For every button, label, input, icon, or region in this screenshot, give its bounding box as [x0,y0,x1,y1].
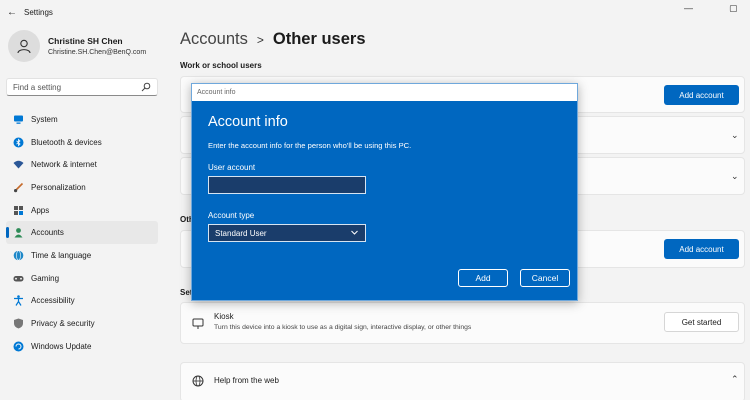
account-info-dialog: Account info Account info Enter the acco… [191,83,578,301]
account-type-label: Account type [208,211,255,220]
add-work-account-button[interactable]: Add account [664,85,739,105]
search-icon [141,82,151,94]
profile-email: Christine.SH.Chen@BenQ.com [48,49,147,56]
chevron-down-icon[interactable]: ⌄ [731,130,739,141]
monitor-icon [12,113,24,125]
section-title-work-school: Work or school users [180,61,262,70]
gamepad-icon [12,272,24,284]
wifi-icon [12,159,24,171]
get-started-button[interactable]: Get started [664,312,739,332]
sidebar-nav: System Bluetooth & devices Network & int… [6,108,158,358]
brush-icon [12,181,24,193]
breadcrumb: Accounts > Other users [180,30,366,49]
account-type-select[interactable]: Standard User [208,224,366,242]
search-input[interactable]: Find a setting [6,78,158,96]
window-title: Settings [24,7,53,17]
breadcrumb-separator: > [256,32,264,47]
sidebar-item-accounts[interactable]: Accounts [6,221,158,245]
accessibility-icon [12,295,24,307]
sidebar-item-label: Windows Update [31,341,92,351]
sidebar-item-label: Privacy & security [31,319,95,329]
sidebar-item-gaming[interactable]: Gaming [6,267,158,290]
account-type-value: Standard User [215,228,267,238]
dialog-heading: Account info [208,114,288,130]
update-icon [12,340,24,352]
chevron-up-icon[interactable]: ⌃ [731,374,739,385]
kiosk-icon [192,317,204,335]
sidebar-item-accessibility[interactable]: Accessibility [6,290,158,313]
dialog-caption: Account info [192,84,577,101]
apps-icon [12,204,24,216]
add-button[interactable]: Add [458,269,508,287]
title-bar: ← Settings — ▢ [0,0,750,24]
user-profile: Christine SH Chen Christine.SH.Chen@BenQ… [8,30,146,62]
add-other-account-button[interactable]: Add account [664,239,739,259]
back-arrow-icon[interactable]: ← [2,7,22,18]
dialog-description: Enter the account info for the person wh… [208,141,412,150]
sidebar-item-label: System [31,114,58,124]
sidebar-item-label: Time & language [31,250,92,260]
sidebar-item-label: Bluetooth & devices [31,137,102,147]
kiosk-title: Kiosk [214,312,234,321]
sidebar-item-personalization[interactable]: Personalization [6,176,158,199]
sidebar-item-privacy[interactable]: Privacy & security [6,312,158,335]
sidebar-item-label: Network & internet [31,160,97,170]
sidebar-item-label: Accessibility [31,296,75,306]
page-title: Other users [272,30,366,48]
help-title: Help from the web [214,376,279,385]
globe-icon [192,374,204,392]
sidebar-item-apps[interactable]: Apps [6,199,158,222]
maximize-icon[interactable]: ▢ [729,3,738,14]
person-icon [12,227,24,239]
avatar [8,30,40,62]
sidebar-item-bluetooth[interactable]: Bluetooth & devices [6,131,158,154]
sidebar-item-label: Apps [31,205,50,215]
kiosk-description: Turn this device into a kiosk to use as … [214,324,472,331]
sidebar-item-label: Gaming [31,273,60,283]
chevron-down-icon [350,228,359,239]
user-account-input[interactable] [208,176,366,194]
shield-icon [12,318,24,330]
sidebar-item-label: Personalization [31,182,86,192]
user-account-label: User account [208,163,256,172]
globe-icon [12,249,24,261]
sidebar-item-label: Accounts [31,228,64,238]
chevron-down-icon[interactable]: ⌄ [731,171,739,182]
minimize-icon[interactable]: — [684,3,693,13]
sidebar-item-windows-update[interactable]: Windows Update [6,335,158,358]
cancel-button[interactable]: Cancel [520,269,570,287]
sidebar-item-system[interactable]: System [6,108,158,131]
sidebar-item-time-language[interactable]: Time & language [6,244,158,267]
search-placeholder: Find a setting [13,82,62,92]
sidebar-item-network[interactable]: Network & internet [6,153,158,176]
breadcrumb-accounts[interactable]: Accounts [180,30,248,49]
bluetooth-icon [12,136,24,148]
card-kiosk [180,302,745,344]
person-avatar-icon [17,39,31,54]
profile-name: Christine SH Chen [48,36,123,46]
